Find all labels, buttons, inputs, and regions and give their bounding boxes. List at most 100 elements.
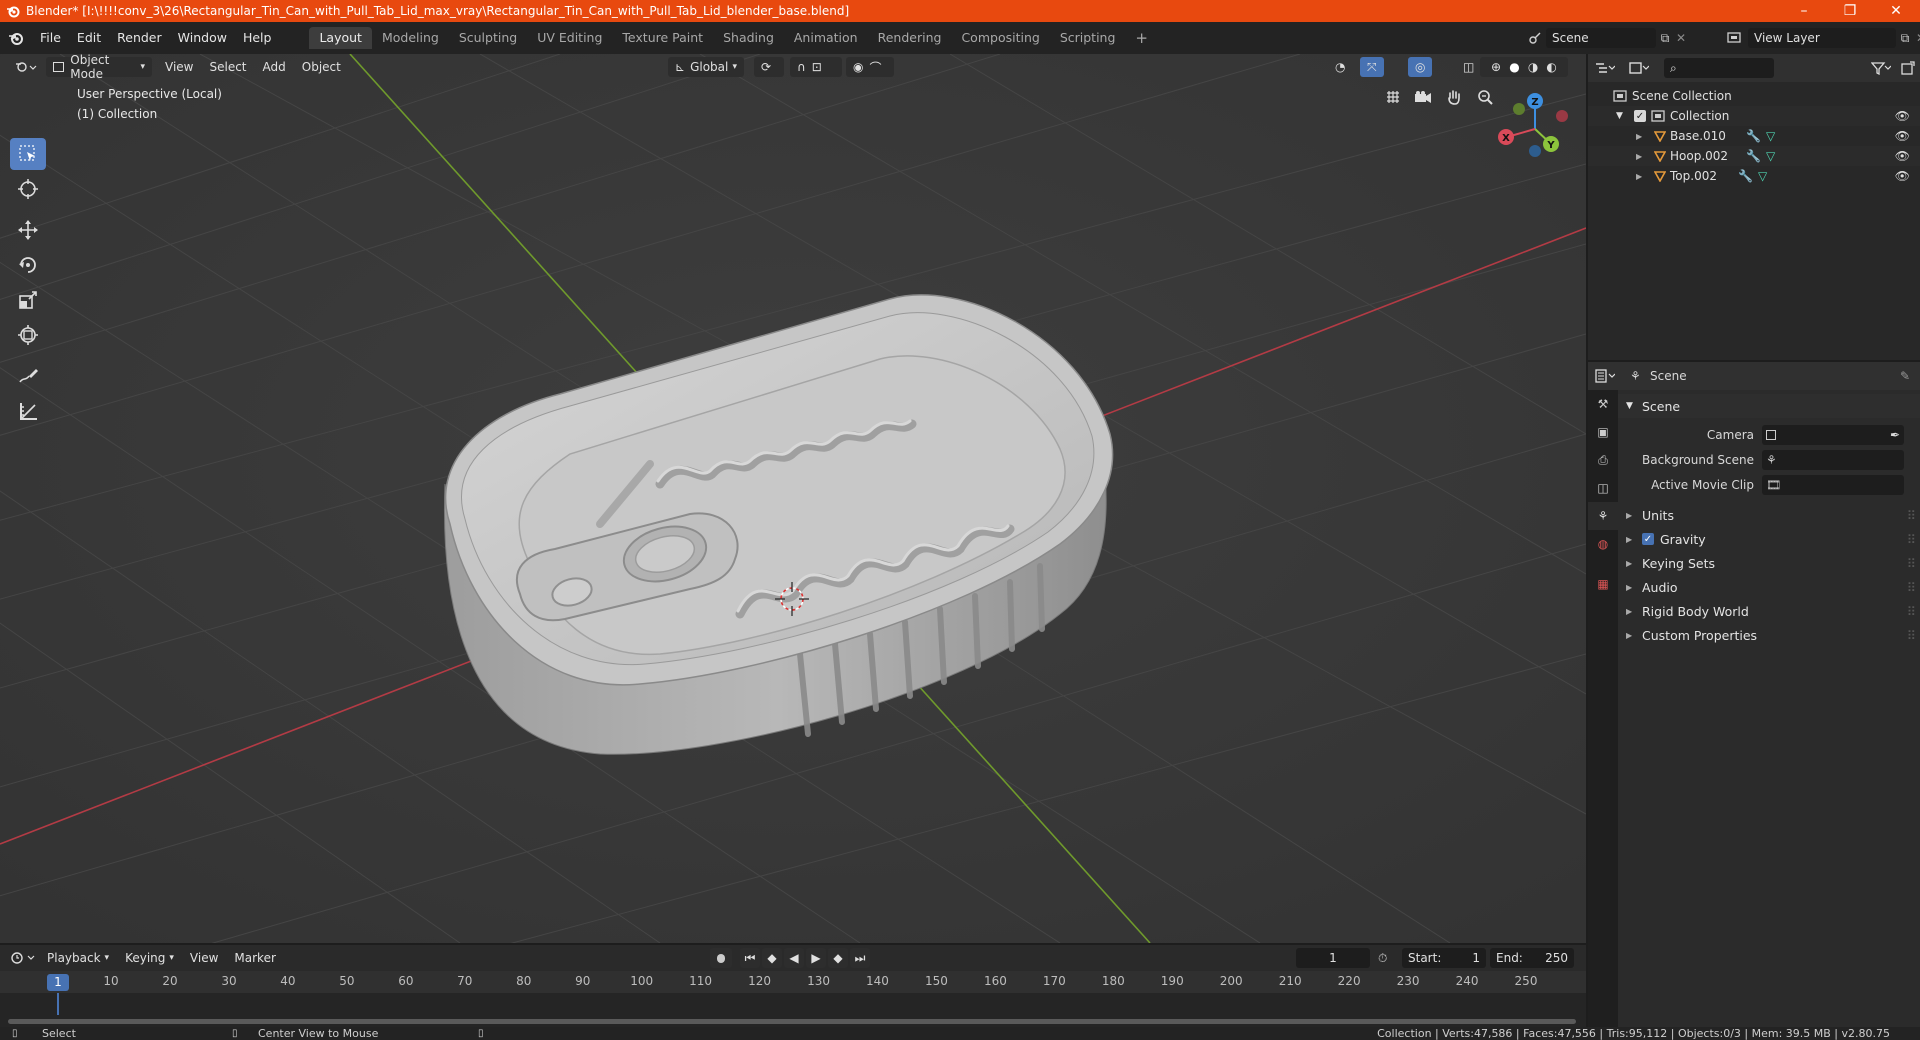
- start-frame-field[interactable]: Start: 1: [1402, 948, 1486, 968]
- stopwatch-icon[interactable]: ⏱: [1378, 951, 1398, 966]
- next-keyframe-button[interactable]: ◆: [828, 948, 848, 968]
- modifier-wrench-icon[interactable]: 🔧: [1738, 169, 1758, 183]
- mesh-data-icon[interactable]: ▽: [1766, 129, 1775, 143]
- modifier-wrench-icon[interactable]: 🔧: [1746, 129, 1766, 143]
- maximize-button[interactable]: ❐: [1827, 0, 1873, 22]
- blender-menu-icon[interactable]: [0, 22, 32, 54]
- current-frame-field[interactable]: 1: [1296, 948, 1370, 968]
- scene-name-field[interactable]: Scene: [1546, 28, 1656, 48]
- timeline-editor-type-icon[interactable]: [10, 951, 40, 965]
- tab-animation[interactable]: Animation: [784, 27, 868, 49]
- background-scene-field[interactable]: ⚘: [1762, 449, 1904, 470]
- eye-icon[interactable]: 👁: [1895, 169, 1910, 183]
- pan-hand-icon[interactable]: [1441, 84, 1467, 110]
- object-mode-dropdown[interactable]: Object Mode ▾: [46, 54, 152, 81]
- prev-keyframe-button[interactable]: ◆: [762, 948, 782, 968]
- record-button[interactable]: [710, 948, 732, 968]
- eye-icon[interactable]: 👁: [1895, 109, 1910, 123]
- jump-start-button[interactable]: ⏮: [740, 948, 760, 968]
- proportional-edit-toggle[interactable]: ◉ ⌒: [846, 57, 894, 77]
- measure-tool[interactable]: [10, 395, 46, 427]
- collection-checkbox[interactable]: ✓: [1634, 110, 1646, 122]
- tab-texture-icon[interactable]: ▦: [1588, 570, 1618, 598]
- view-layer-new-icon[interactable]: ⧉: [1896, 31, 1914, 46]
- active-movie-clip-field[interactable]: 🎞: [1762, 474, 1904, 495]
- tab-world-icon[interactable]: ◍: [1588, 530, 1618, 558]
- expand-arrow-icon[interactable]: ▶: [1626, 559, 1642, 568]
- expand-arrow-icon[interactable]: ▶: [1626, 511, 1642, 520]
- viewport-menu-select[interactable]: Select: [202, 57, 253, 77]
- shading-mode-buttons[interactable]: ⊕ ● ◑ ◐: [1480, 57, 1568, 77]
- scene-browse-icon[interactable]: [1524, 28, 1546, 48]
- viewport-menu-view[interactable]: View: [158, 57, 200, 77]
- timeline-menu-marker[interactable]: Marker: [227, 948, 282, 968]
- tab-view-layer-icon[interactable]: ◫: [1588, 474, 1618, 502]
- timeline-track[interactable]: [0, 993, 1586, 1027]
- collapse-arrow-icon[interactable]: ▼: [1626, 401, 1642, 411]
- drag-handle-icon[interactable]: ⠿: [1907, 604, 1916, 619]
- visibility-dropdown[interactable]: ◔: [1328, 57, 1352, 77]
- jump-end-button[interactable]: ⏭: [850, 948, 870, 968]
- eye-icon[interactable]: 👁: [1895, 149, 1910, 163]
- timeline-scrollbar[interactable]: [8, 1019, 1576, 1024]
- display-mode-icon[interactable]: [1622, 61, 1656, 75]
- expand-arrow-icon[interactable]: ▶: [1626, 607, 1642, 616]
- cursor-tool[interactable]: [10, 173, 46, 205]
- scene-remove-icon[interactable]: ✕: [1674, 31, 1688, 45]
- collapse-arrow-icon[interactable]: ▼: [1616, 111, 1630, 121]
- outliner-row-object[interactable]: ▶ Hoop.002 🔧 ▽ 👁: [1588, 146, 1920, 166]
- toggle-camera-grid-icon[interactable]: [1380, 84, 1406, 110]
- tab-layout[interactable]: Layout: [309, 27, 372, 49]
- expand-arrow-icon[interactable]: ▶: [1626, 535, 1642, 544]
- scale-tool[interactable]: [10, 284, 46, 316]
- view-layer-icon[interactable]: [1722, 28, 1748, 48]
- section-keying-sets[interactable]: ▶ Keying Sets ⠿: [1618, 551, 1920, 575]
- expand-arrow-icon[interactable]: ▶: [1636, 152, 1650, 161]
- camera-view-icon[interactable]: [1410, 84, 1436, 110]
- 3d-viewport[interactable]: Z Y X Object Mode ▾ View Select Add Obje…: [0, 54, 1586, 943]
- filter-icon[interactable]: [1866, 61, 1896, 75]
- eye-icon[interactable]: 👁: [1895, 129, 1910, 143]
- drag-handle-icon[interactable]: ⠿: [1907, 532, 1916, 547]
- viewport-menu-add[interactable]: Add: [256, 57, 293, 77]
- tab-scripting[interactable]: Scripting: [1050, 27, 1126, 49]
- mesh-data-icon[interactable]: ▽: [1758, 169, 1767, 183]
- outliner-row-object[interactable]: ▶ Base.010 🔧 ▽ 👁: [1588, 126, 1920, 146]
- wireframe-shading-icon[interactable]: ⊕: [1491, 60, 1501, 74]
- annotate-tool[interactable]: [10, 360, 46, 392]
- menu-file[interactable]: File: [32, 22, 69, 54]
- tab-texture-paint[interactable]: Texture Paint: [612, 27, 713, 49]
- drag-handle-icon[interactable]: ⠿: [1907, 628, 1916, 643]
- new-collection-icon[interactable]: [1896, 61, 1920, 75]
- tab-output-icon[interactable]: ⎙: [1588, 446, 1618, 474]
- drag-handle-icon[interactable]: ⠿: [1907, 556, 1916, 571]
- transform-tool[interactable]: [10, 319, 46, 351]
- tab-compositing[interactable]: Compositing: [951, 27, 1049, 49]
- timeline-menu-playback[interactable]: Playback ▾: [40, 948, 116, 968]
- view-layer-field[interactable]: View Layer: [1748, 28, 1896, 48]
- tab-rendering[interactable]: Rendering: [868, 27, 952, 49]
- move-tool[interactable]: [10, 214, 46, 246]
- gravity-checkbox[interactable]: ✓: [1642, 533, 1654, 545]
- drag-handle-icon[interactable]: ⠿: [1907, 508, 1916, 523]
- material-shading-icon[interactable]: ◑: [1528, 60, 1538, 74]
- section-scene[interactable]: ▼ Scene: [1618, 394, 1920, 418]
- properties-editor-type-icon[interactable]: [1588, 369, 1622, 383]
- tab-uv-editing[interactable]: UV Editing: [527, 27, 612, 49]
- outliner-row-collection[interactable]: ▼ ✓ Collection 👁: [1588, 106, 1920, 126]
- expand-arrow-icon[interactable]: ▶: [1626, 583, 1642, 592]
- end-frame-field[interactable]: End: 250: [1490, 948, 1574, 968]
- section-audio[interactable]: ▶ Audio ⠿: [1618, 575, 1920, 599]
- outliner-row-scene-collection[interactable]: Scene Collection: [1588, 86, 1920, 106]
- section-units[interactable]: ▶ Units ⠿: [1618, 503, 1920, 527]
- transform-orientation-dropdown[interactable]: ⊾ Global ▾: [668, 57, 744, 77]
- mesh-data-icon[interactable]: ▽: [1766, 149, 1775, 163]
- menu-help[interactable]: Help: [235, 22, 280, 54]
- pivot-point-dropdown[interactable]: ⟳: [754, 57, 784, 77]
- eyedropper-icon[interactable]: ✒: [1890, 428, 1900, 442]
- add-workspace-button[interactable]: +: [1125, 27, 1158, 49]
- tab-shading[interactable]: Shading: [713, 27, 784, 49]
- rendered-shading-icon[interactable]: ◐: [1546, 60, 1556, 74]
- expand-arrow-icon[interactable]: ▶: [1626, 631, 1642, 640]
- zoom-icon[interactable]: [1472, 84, 1498, 110]
